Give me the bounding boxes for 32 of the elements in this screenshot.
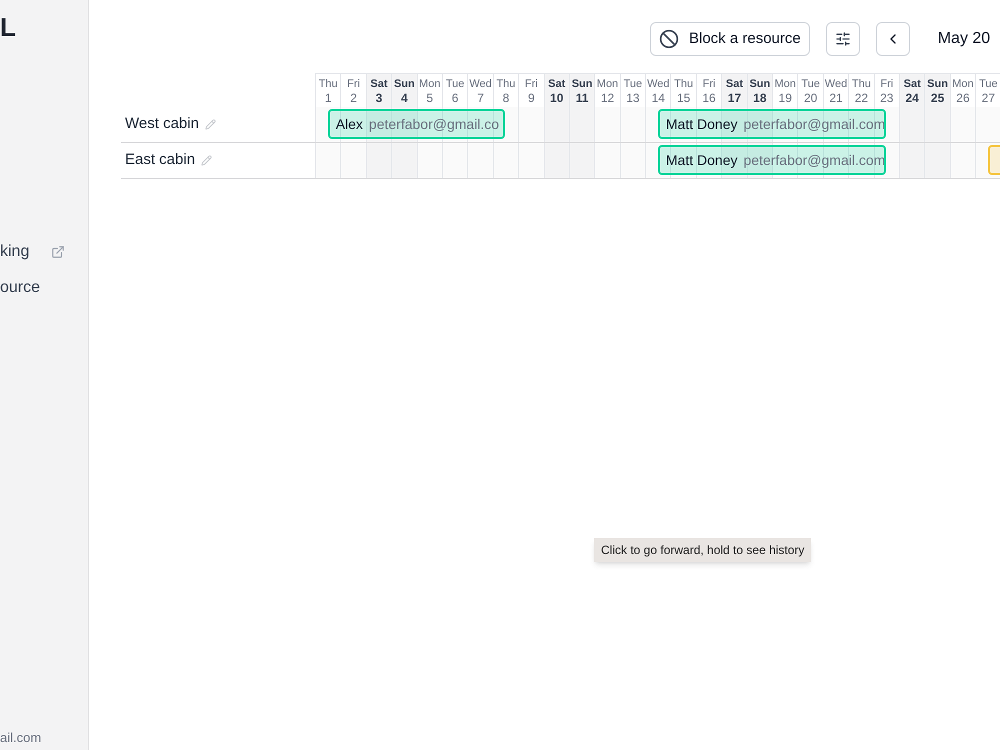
day-header: Sat 17 [721, 73, 747, 107]
pencil-icon[interactable] [201, 155, 212, 166]
sidebar-item[interactable]: king [0, 240, 30, 264]
guest-name: Matt Doney [666, 114, 738, 134]
day-header: Sun 18 [746, 73, 772, 107]
booking-bar[interactable]: Alex peterfabor@gmail.co [328, 109, 506, 139]
logo: L [0, 14, 16, 40]
guest-name: Matt Doney [666, 150, 738, 170]
sliders-icon [834, 31, 851, 47]
pencil-icon[interactable] [204, 119, 216, 130]
day-header: Sun 25 [924, 73, 950, 107]
booking-bar[interactable]: Matt Doney peterfabor@gmail.com [658, 145, 886, 175]
day-header: Sun 4 [391, 73, 417, 107]
resource-name: East cabin [125, 150, 196, 170]
filter-button[interactable] [826, 22, 860, 56]
day-header: Sat 24 [898, 73, 924, 107]
guest-name: Alex [336, 114, 363, 134]
guest-email: peterfabor@gmail.com [743, 150, 884, 170]
previous-button[interactable] [876, 22, 910, 56]
month-title: May 20 [938, 29, 990, 49]
resource-name: West cabin [125, 114, 199, 134]
prohibited-icon [659, 29, 679, 49]
account-email: ail.com [0, 728, 42, 746]
guest-email: peterfabor@gmail.com [743, 114, 884, 134]
day-header: Sat 10 [544, 73, 569, 107]
day-header: Sat 3 [366, 73, 392, 107]
booking-bar[interactable]: Matt Doney peterfabor@gmail.com [658, 109, 886, 139]
sidebar-item[interactable]: ource [0, 276, 40, 300]
tooltip: Click to go forward, hold to see history [594, 538, 812, 562]
guest-email: peterfabor@gmail.co [368, 114, 500, 134]
day-header: Sun 11 [568, 73, 594, 107]
block-resource-button[interactable]: Block a resource [650, 22, 810, 56]
